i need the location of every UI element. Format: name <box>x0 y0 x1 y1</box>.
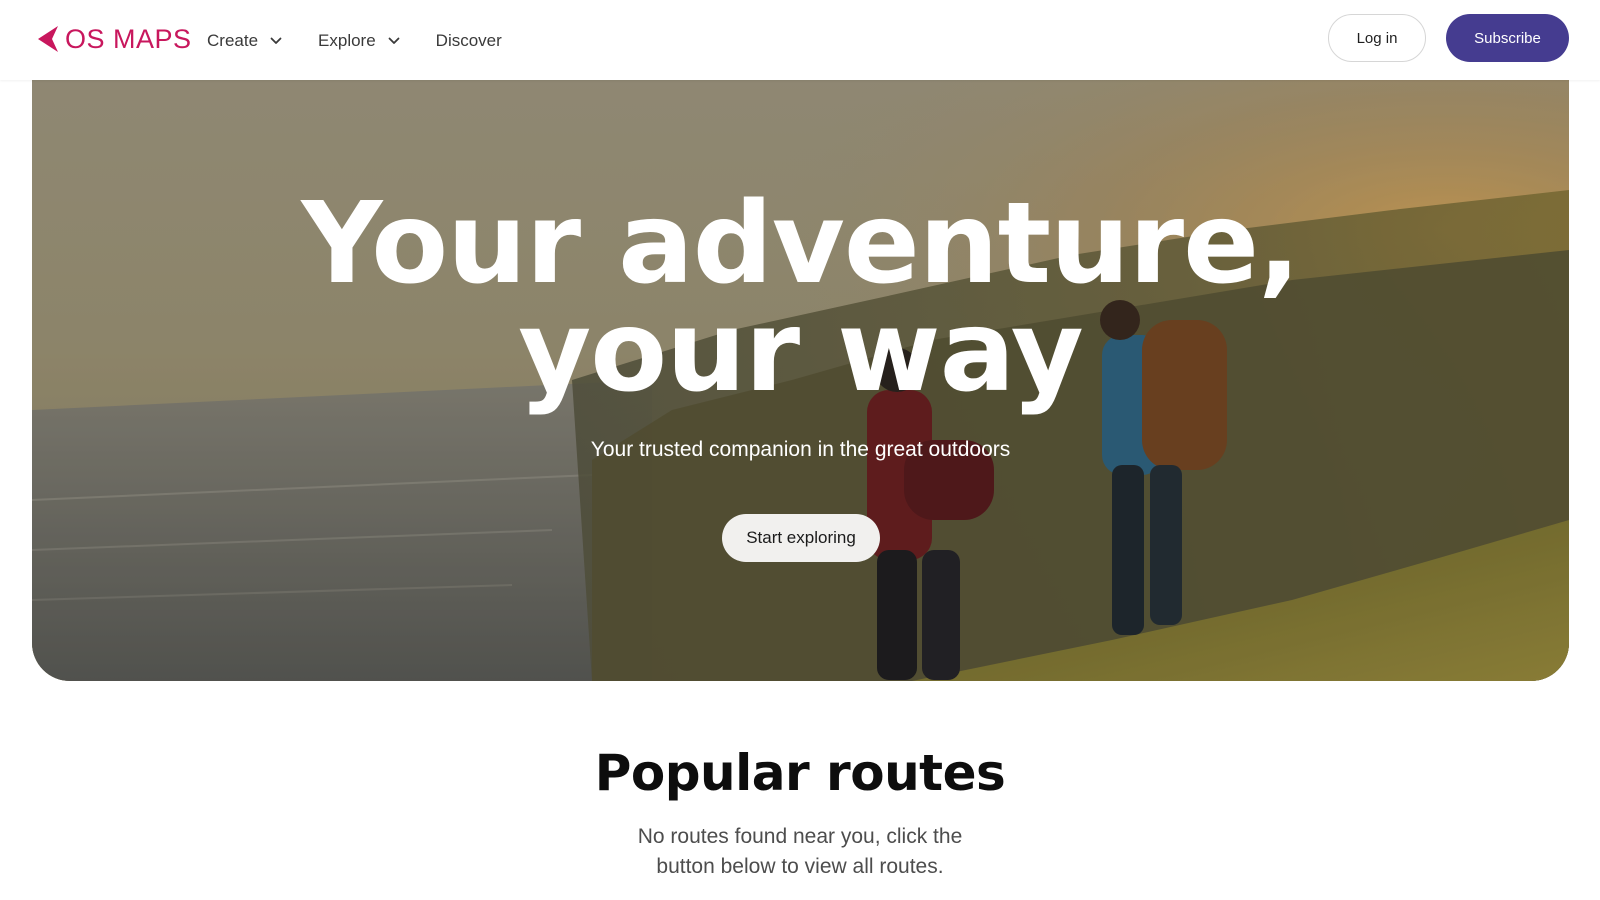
hero-banner: Your adventure, your way Your trusted co… <box>32 80 1569 681</box>
chevron-down-icon <box>388 37 400 44</box>
os-arrow-logo-icon <box>38 26 58 52</box>
site-header: OS MAPS Create Explore Discover Log in S… <box>0 0 1600 80</box>
nav-item-create[interactable]: Create <box>207 28 282 54</box>
hero-title-line: your way <box>518 287 1084 417</box>
subscribe-button[interactable]: Subscribe <box>1446 14 1569 62</box>
nav-item-discover[interactable]: Discover <box>436 28 502 54</box>
start-exploring-button[interactable]: Start exploring <box>722 514 880 562</box>
hero-title: Your adventure, your way <box>32 179 1569 417</box>
nav-item-label: Create <box>207 31 259 50</box>
chevron-down-icon <box>270 37 282 44</box>
section-title: Popular routes <box>594 744 1006 802</box>
main-nav: Create Explore Discover <box>207 28 502 54</box>
hero-title-line: Your adventure, <box>301 179 1300 309</box>
empty-state-message: No routes found near you, click the butt… <box>637 825 963 878</box>
nav-item-label: Explore <box>318 31 376 50</box>
login-button[interactable]: Log in <box>1328 14 1426 62</box>
nav-item-explore[interactable]: Explore <box>318 28 400 54</box>
logo-text: OS MAPS <box>65 23 192 54</box>
os-maps-logo[interactable]: OS MAPS <box>36 22 192 56</box>
hero-subtitle: Your trusted companion in the great outd… <box>590 438 1011 461</box>
nav-item-label: Discover <box>435 31 502 50</box>
